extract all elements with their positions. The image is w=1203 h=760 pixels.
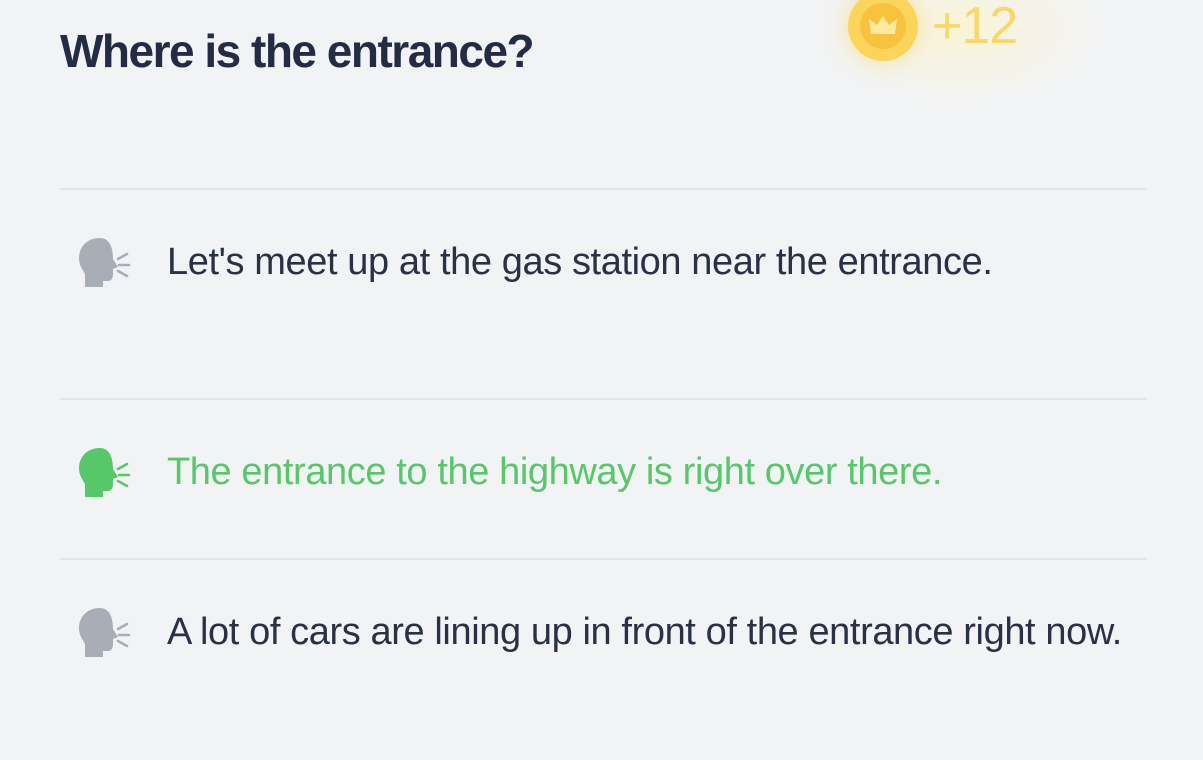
answer-option-2[interactable]: The entrance to the highway is right ove… (60, 400, 1147, 558)
answer-option-1[interactable]: Let's meet up at the gas station near th… (60, 190, 1147, 398)
crown-coin-icon (848, 0, 918, 61)
speaking-head-icon (79, 448, 131, 497)
speaking-head-icon (79, 238, 131, 287)
reward-badge: +12 (808, 0, 1108, 106)
question-title: Where is the entrance? (60, 25, 535, 77)
answer-option-3[interactable]: A lot of cars are lining up in front of … (60, 560, 1147, 760)
speaking-head-icon (79, 608, 131, 657)
reward-amount: +12 (932, 0, 1018, 55)
answer-option-text: Let's meet up at the gas station near th… (167, 241, 993, 283)
answer-option-text: The entrance to the highway is right ove… (167, 451, 943, 493)
answer-options: Let's meet up at the gas station near th… (60, 188, 1147, 760)
answer-option-text: A lot of cars are lining up in front of … (167, 611, 1122, 653)
